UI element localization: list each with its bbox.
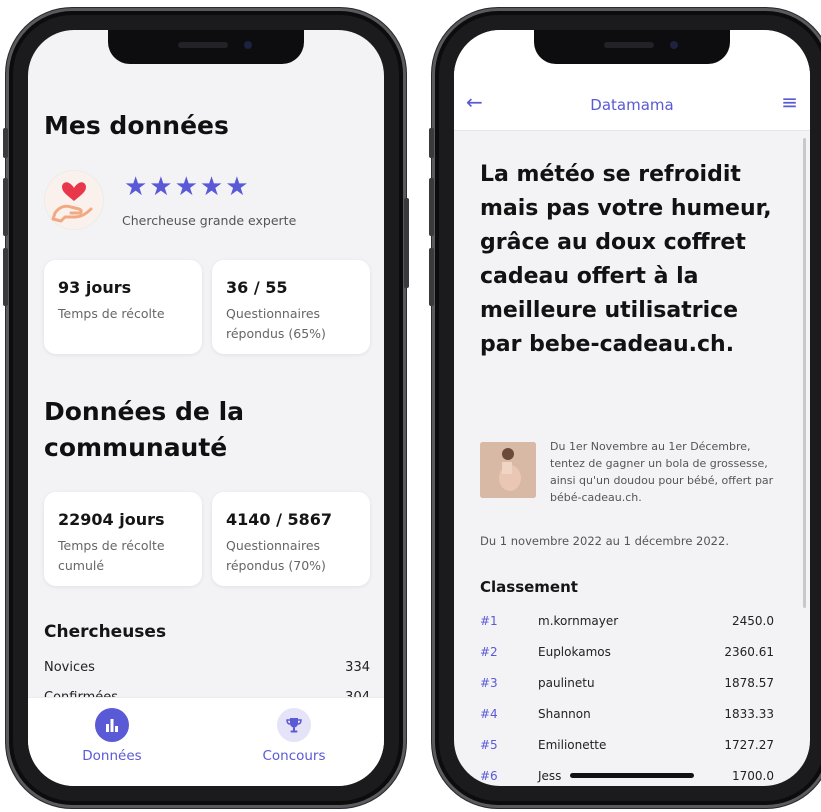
home-indicator[interactable]: [570, 773, 694, 778]
volume-up-button: [429, 178, 434, 236]
rank-position: #6: [480, 769, 498, 783]
power-button: [404, 198, 409, 288]
stat-label: Temps de récolte cumulé: [58, 538, 165, 573]
stat-label: Questionnaires répondus (65%): [226, 306, 326, 341]
researchers-row: Novices 334: [44, 660, 370, 675]
stat-value: 22904 jours: [58, 510, 165, 529]
rank-score: 2450.0: [732, 614, 774, 628]
notch: [534, 30, 730, 64]
rank-position: #5: [480, 738, 498, 752]
phone-left: Mes données ★★★★★ Chercheuse grande expe…: [3, 8, 409, 808]
stat-value: 4140 / 5867: [226, 510, 333, 529]
scrollbar[interactable]: [803, 138, 806, 608]
tab-donnees[interactable]: Données: [62, 708, 162, 764]
tab-label: Données: [82, 748, 142, 764]
stat-card-questionnaires: 36 / 55 Questionnaires répondus (65%): [212, 260, 370, 354]
volume-down-button: [3, 248, 8, 306]
ranking-row: #1 m.kornmayer 2450.0: [480, 614, 774, 634]
ranking-row: #4 Shannon 1833.33: [480, 707, 774, 727]
screen-right: ← Datamama ≡ La météo se refroidit mais …: [454, 30, 810, 786]
stat-label: Temps de récolte: [58, 306, 165, 321]
rank-username: Jess: [538, 769, 562, 783]
stat-card-community-questionnaires: 4140 / 5867 Questionnaires répondus (70%…: [212, 492, 370, 586]
tab-label: Concours: [262, 748, 326, 764]
mute-switch: [429, 128, 434, 158]
rating-stars: ★★★★★: [124, 172, 251, 202]
community-title: Données de la communauté: [44, 397, 245, 462]
rank-username: Euplokamos: [538, 645, 611, 659]
rank-position: #2: [480, 645, 498, 659]
ranking-row: #3 paulinetu 1878.57: [480, 676, 774, 696]
rank-score: 1878.57: [724, 676, 774, 690]
rank-position: #4: [480, 707, 498, 721]
rank-score: 1727.27: [724, 738, 774, 752]
promo-text: Du 1er Novembre au 1er Décembre, tentez …: [550, 440, 774, 504]
rank-score: 2360.61: [724, 645, 774, 659]
row-label: Novices: [44, 660, 95, 675]
page-title: Mes données: [44, 111, 229, 140]
rank-username: m.kornmayer: [538, 614, 619, 628]
stat-label: Questionnaires répondus (70%): [226, 538, 326, 573]
article-title: La météo se refroidit mais pas votre hum…: [480, 162, 772, 357]
trophy-icon: [277, 708, 311, 742]
stat-card-community-harvest: 22904 jours Temps de récolte cumulé: [44, 492, 202, 586]
stat-value: 93 jours: [58, 278, 132, 297]
nav-title: Datamama: [590, 96, 674, 114]
rank-username: Emilionette: [538, 738, 607, 752]
notch: [108, 30, 304, 64]
mute-switch: [3, 128, 8, 158]
rank-position: #3: [480, 676, 498, 690]
rank-score: 1833.33: [724, 707, 774, 721]
screen-left: Mes données ★★★★★ Chercheuse grande expe…: [28, 30, 384, 786]
stat-card-harvest-time: 93 jours Temps de récolte: [44, 260, 202, 354]
hand-heart-icon: [51, 182, 93, 223]
stat-value: 36 / 55: [226, 278, 288, 297]
bar-chart-icon: [95, 708, 129, 742]
pregnancy-photo: [480, 442, 536, 498]
hamburger-menu-icon[interactable]: ≡: [781, 90, 798, 114]
ranking-heading: Classement: [480, 578, 578, 596]
rank-position: #1: [480, 614, 498, 628]
volume-up-button: [3, 178, 8, 236]
rank-score: 1700.0: [732, 769, 774, 783]
rank-username: Shannon: [538, 707, 591, 721]
rank-username: paulinetu: [538, 676, 595, 690]
researchers-heading: Chercheuses: [44, 622, 167, 642]
row-count: 334: [345, 660, 370, 675]
avatar: [44, 170, 104, 230]
phone-right: ← Datamama ≡ La météo se refroidit mais …: [429, 8, 821, 808]
tab-bar: Données Concours: [28, 697, 384, 786]
tab-concours[interactable]: Concours: [244, 708, 344, 764]
volume-down-button: [429, 248, 434, 306]
ranking-row: #2 Euplokamos 2360.61: [480, 645, 774, 665]
ranking-row: #5 Emilionette 1727.27: [480, 738, 774, 758]
rank-label: Chercheuse grande experte: [122, 213, 297, 228]
contest-dates: Du 1 novembre 2022 au 1 décembre 2022.: [480, 534, 729, 548]
